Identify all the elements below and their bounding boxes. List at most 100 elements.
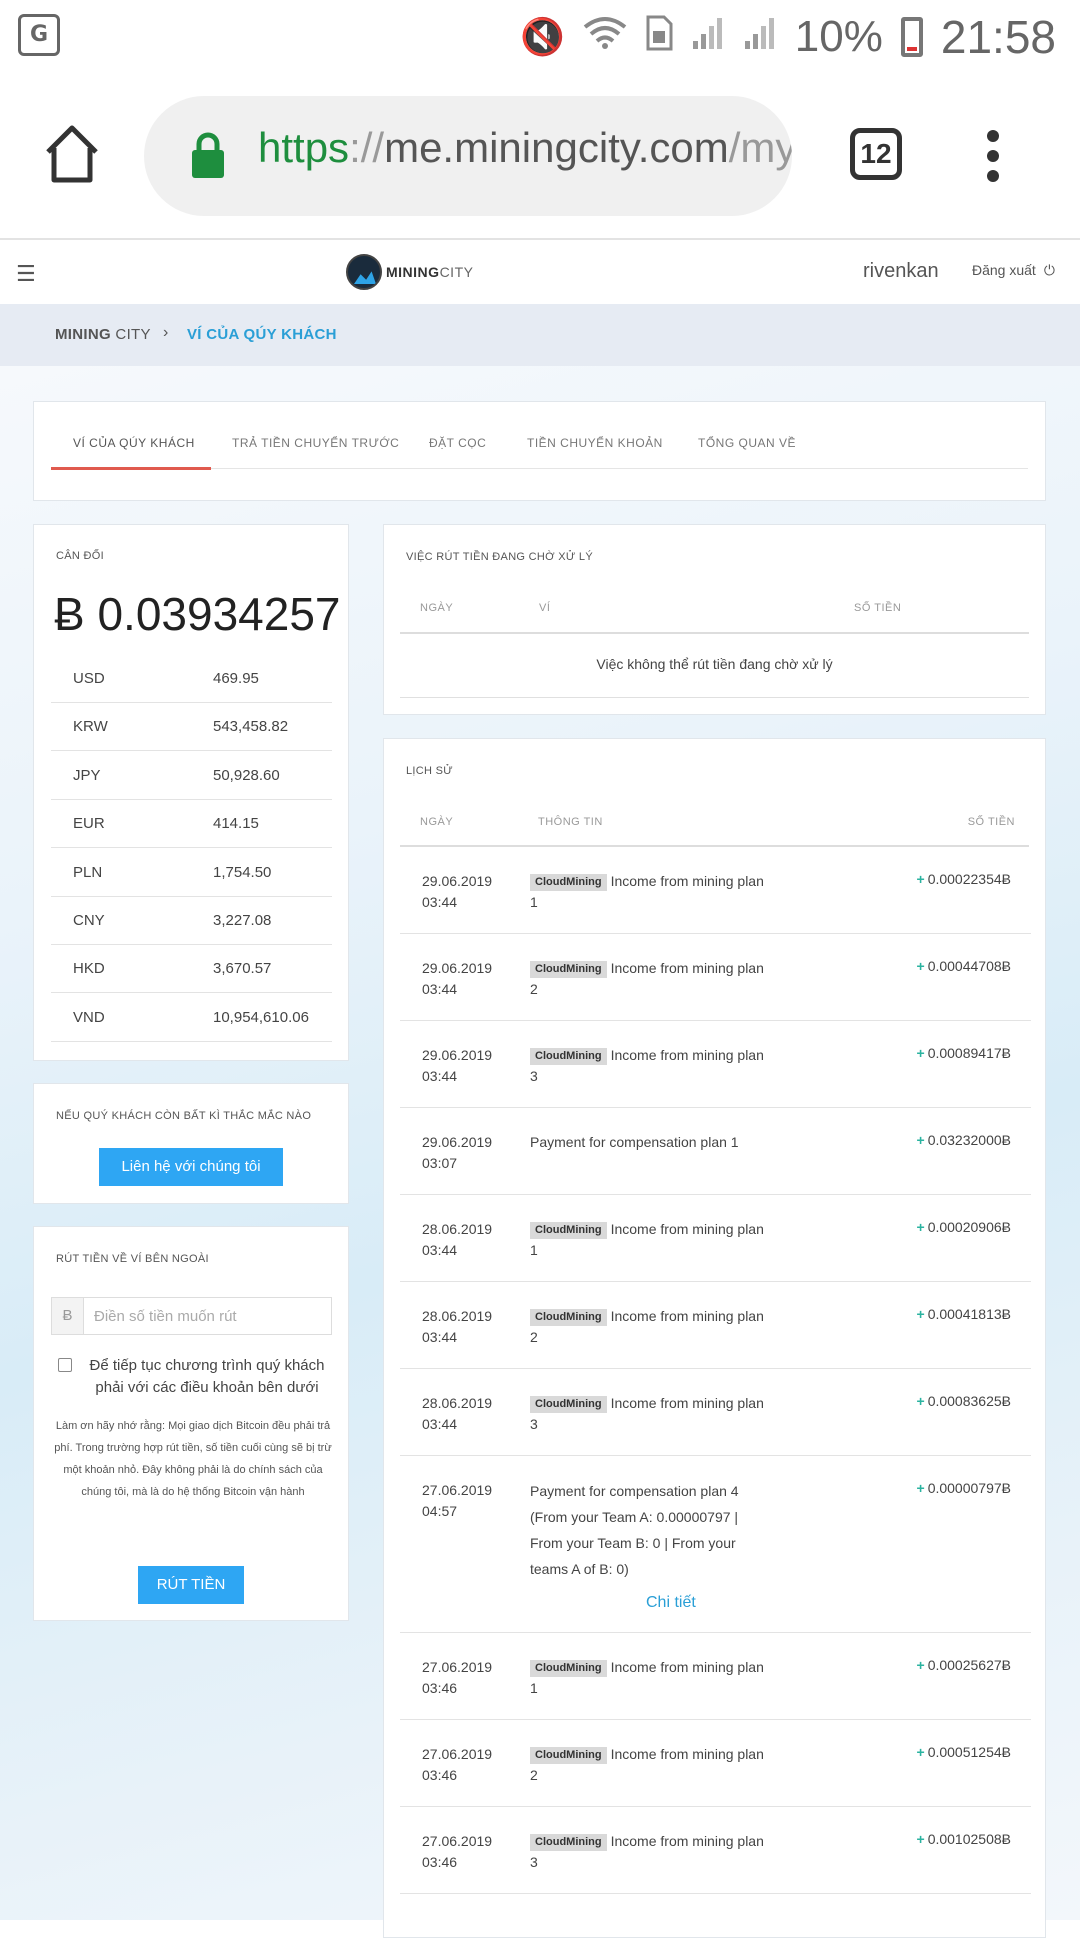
fee-note: Làm ơn hãy nhớ rằng: Mọi giao dịch Bitco… [54,1420,332,1498]
history-row: 27.06.2019 03:46 CloudMining Income from mi… [400,1633,1031,1720]
details-link[interactable]: Chi tiết [646,1594,696,1612]
currency-value: 1,754.50 [213,863,272,881]
contact-title: NẾU QUÝ KHÁCH CÒN BẤT KÌ THẮC MẮC NÀO [56,1110,312,1122]
clock: 21:58 [940,11,1056,63]
tab-prepayment[interactable]: TRẢ TIỀN CHUYỂN TRƯỚC [232,436,399,450]
pending-col-wallet: VÍ [539,602,551,614]
currency-code: PLN [73,863,103,881]
currency-row: KRW 543,458.82 [51,703,332,752]
currency-code: VND [73,1008,105,1026]
history-date-day: 29.06.2019 [422,960,493,976]
logo[interactable]: MININGCITY [346,254,473,290]
more-options-icon[interactable] [986,130,1000,182]
history-row: 28.06.2019 03:44 CloudMining Income from mi… [400,1369,1031,1456]
withdraw-amount-input[interactable] [92,1298,322,1334]
history-col-date: NGÀY [420,816,454,828]
withdraw-button[interactable]: RÚT TIỀN [138,1566,244,1604]
logout-link[interactable]: Đăng xuất ⏻ [972,262,1055,279]
cloudmining-badge: CloudMining [530,874,607,891]
currency-row: VND 10,954,610.06 [51,994,332,1042]
menu-icon[interactable]: ☰ [16,262,36,287]
currency-value: 50,928.60 [213,766,280,784]
battery-percent: 10% [794,12,883,61]
status-icons: 🔇 10% 21:58 [520,8,1056,66]
history-row: 28.06.2019 03:44 CloudMining Income from mi… [400,1282,1031,1369]
history-row: 29.06.2019 03:07 Payment for compensation … [400,1108,1031,1195]
history-date: 29.06.2019 03:44 [422,958,522,1000]
logo-text: MININGCITY [386,264,474,280]
history-amount-value: 0.00020906Ƀ [927,1219,1011,1235]
currency-code: EUR [73,815,105,833]
tab-deposit[interactable]: ĐẶT CỌC [429,436,486,450]
history-amount-value: 0.00022354Ƀ [927,871,1011,887]
history-col-amount: SỐ TIỀN [967,816,1015,828]
plus-sign: + [916,1744,925,1760]
plus-sign: + [916,958,925,974]
currency-value: 414.15 [213,815,259,833]
withdraw-title: RÚT TIỀN VỀ VÍ BÊN NGOÀI [56,1253,209,1265]
power-icon: ⏻ [1043,263,1055,279]
currency-row: HKD 3,670.57 [51,945,332,994]
withdraw-card: RÚT TIỀN VỀ VÍ BÊN NGOÀI Ƀ Để tiếp tục c… [33,1226,349,1621]
history-amount: +0.00102508Ƀ [917,1831,1012,1847]
history-amount-value: 0.00044708Ƀ [927,958,1011,974]
plus-sign: + [916,1480,925,1496]
tab-overview[interactable]: TỔNG QUAN VỀ [698,436,796,450]
history-title: LỊCH SỬ [406,765,453,777]
history-amount-value: 0.00025627Ƀ [927,1657,1011,1673]
plus-sign: + [916,871,925,887]
history-amount: +0.00089417Ƀ [917,1045,1012,1061]
currency-code: USD [73,670,105,687]
pending-title: VIỆC RÚT TIỀN ĐANG CHỜ XỬ LÝ [406,551,593,563]
history-amount: +0.00000797Ƀ [917,1480,1012,1496]
history-amount: +0.03232000Ƀ [917,1132,1012,1148]
history-date-time: 04:57 [422,1503,458,1519]
home-icon[interactable] [44,124,100,184]
history-info: CloudMining Income from mining plan 3 [530,1045,770,1087]
history-date-time: 03:07 [422,1155,458,1171]
history-date-time: 03:44 [422,1242,458,1258]
currency-code: HKD [73,960,105,978]
terms-checkbox[interactable] [58,1358,72,1372]
history-card: LỊCH SỬ NGÀY THÔNG TIN SỐ TIỀN 29.06.201… [383,738,1046,1938]
tab-wallet[interactable]: VÍ CỦA QÚY KHÁCH [73,436,195,450]
url-host: me.miningcity.com [384,124,729,171]
history-date: 27.06.2019 03:46 [422,1657,522,1699]
history-date-day: 29.06.2019 [422,1047,493,1063]
history-info: CloudMining Income from mining plan 1 [530,871,770,913]
history-amount-value: 0.00000797Ƀ [927,1480,1011,1496]
plus-sign: + [916,1831,925,1847]
history-date-day: 28.06.2019 [422,1308,493,1324]
contact-button[interactable]: Liên hệ với chúng tôi [99,1148,283,1186]
currency-row: PLN 1,754.50 [51,849,332,897]
wallet-tabs: VÍ CỦA QÚY KHÁCH TRẢ TIỀN CHUYỂN TRƯỚC Đ… [33,401,1046,501]
username[interactable]: rivenkan [863,260,939,283]
breadcrumb-root[interactable]: MINING CITY [55,326,151,343]
url-text: https://me.miningcity.com/my [258,124,792,172]
history-date-day: 27.06.2019 [422,1746,493,1762]
bitcoin-addon: Ƀ [52,1298,84,1334]
contact-card: NẾU QUÝ KHÁCH CÒN BẤT KÌ THẮC MẮC NÀO Li… [33,1083,349,1204]
url-separator: :// [349,124,385,171]
breadcrumb-separator: › [163,324,169,341]
pending-withdrawals-card: VIỆC RÚT TIỀN ĐANG CHỜ XỬ LÝ NGÀY VÍ SỐ … [383,524,1046,715]
history-amount: +0.00083625Ƀ [917,1393,1012,1409]
history-date: 29.06.2019 03:44 [422,871,522,913]
tab-transfer[interactable]: TIỀN CHUYỂN KHOẢN [527,436,663,450]
signal-icon [691,15,725,60]
plus-sign: + [916,1219,925,1235]
history-amount: +0.00044708Ƀ [917,958,1012,974]
history-info: CloudMining Income from mining plan 1 [530,1657,770,1699]
breadcrumb: MINING CITY › VÍ CỦA QÚY KHÁCH [0,304,1080,366]
address-bar[interactable]: https://me.miningcity.com/my [144,96,792,216]
plus-sign: + [916,1132,925,1148]
cloudmining-badge: CloudMining [530,1309,607,1326]
tab-switcher-button[interactable]: 12 [850,128,902,180]
status-bar: G 🔇 10% 21:58 [0,0,1080,74]
history-info: CloudMining Income from mining plan 3 [530,1831,770,1873]
logout-label: Đăng xuất [972,262,1036,278]
history-amount: +0.00020906Ƀ [917,1219,1012,1235]
translate-icon: G [18,14,60,56]
signal-icon [743,15,777,60]
history-amount-value: 0.00102508Ƀ [927,1831,1011,1847]
